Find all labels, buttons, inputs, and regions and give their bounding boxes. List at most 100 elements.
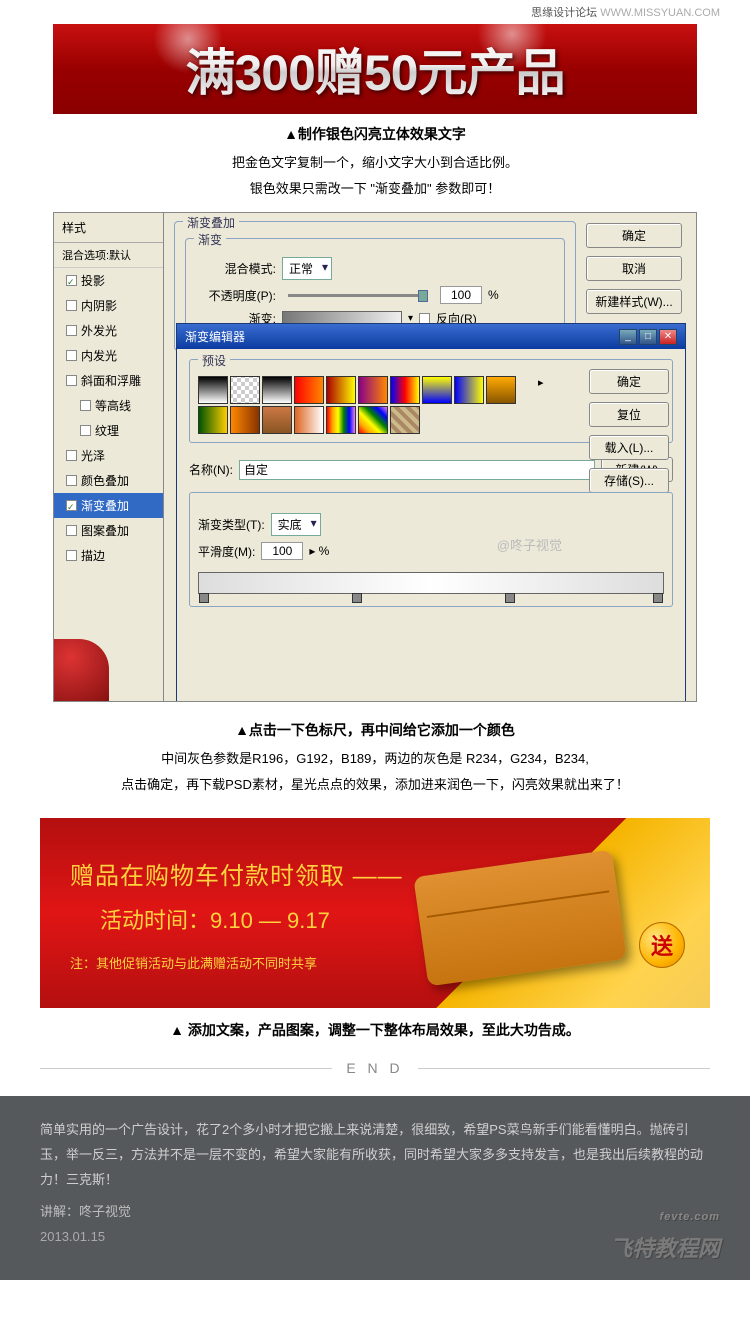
editor-ok-button[interactable]: 确定 [589,369,669,394]
final-line1: 赠品在购物车付款时领取 —— [70,856,403,891]
opacity-label: 不透明度(P): [196,287,276,304]
gradient-bar[interactable] [198,572,664,594]
footer-watermark: fevte.com 飞特教程网 [610,1207,720,1270]
gradient-edit-box: 渐变类型(T): 实底 平滑度(M): 100 ▸ % @咚子视觉 [189,492,673,607]
preset-swatch[interactable] [454,376,484,404]
editor-titlebar[interactable]: 渐变编辑器 _ □ ✕ [177,324,685,349]
preset-swatch[interactable] [262,406,292,434]
style-item-描边[interactable]: 描边 [54,543,163,568]
end-divider: E N D [40,1060,710,1076]
cancel-button[interactable]: 取消 [586,256,682,281]
preset-swatch[interactable] [262,376,292,404]
style-checkbox[interactable] [66,550,77,561]
product-image-corner [54,639,109,701]
style-label: 颜色叠加 [81,472,129,489]
preset-swatch[interactable] [230,406,260,434]
group-title: 渐变叠加 [183,214,239,231]
final-result-banner: 送 赠品在购物车付款时领取 —— 活动时间：9.10 — 9.17 注：其他促销… [40,818,710,1008]
grad-type-label: 渐变类型(T): [198,516,265,533]
editor-save-button[interactable]: 存储(S)... [589,468,669,493]
grad-type-dropdown[interactable]: 实底 [271,513,321,536]
preset-swatch[interactable] [486,376,516,404]
preset-swatches [198,376,528,434]
minimize-icon[interactable]: _ [619,329,637,345]
section1-line2: 银色效果只需改一下 "渐变叠加" 参数即可！ [0,178,750,200]
style-checkbox[interactable] [66,475,77,486]
smoothness-value[interactable]: 100 [261,542,303,560]
ok-button[interactable]: 确定 [586,223,682,248]
section1-line1: 把金色文字复制一个，缩小文字大小到合适比例。 [0,152,750,174]
editor-reset-button[interactable]: 复位 [589,402,669,427]
preset-swatch[interactable] [326,376,356,404]
opacity-value[interactable]: 100 [440,286,482,304]
promo-text: 满300赠50元产品 [185,33,564,105]
style-checkbox[interactable] [66,300,77,311]
style-item-外发光[interactable]: 外发光 [54,318,163,343]
style-label: 等高线 [95,397,131,414]
end-text: E N D [346,1060,403,1076]
name-label: 名称(N): [189,461,233,478]
watermark: @咚子视觉 [497,535,562,554]
style-label: 纹理 [95,422,119,439]
style-item-颜色叠加[interactable]: 颜色叠加 [54,468,163,493]
preset-swatch[interactable] [422,376,452,404]
style-checkbox[interactable] [66,275,77,286]
style-label: 内发光 [81,347,117,364]
section1-title: ▲制作银色闪亮立体效果文字 [0,124,750,144]
style-label: 渐变叠加 [81,497,129,514]
style-item-内阴影[interactable]: 内阴影 [54,293,163,318]
style-item-等高线[interactable]: 等高线 [54,393,163,418]
style-checkbox[interactable] [66,500,77,511]
preset-swatch[interactable] [198,406,228,434]
style-checkbox[interactable] [66,450,77,461]
style-checkbox[interactable] [66,325,77,336]
style-item-光泽[interactable]: 光泽 [54,443,163,468]
style-label: 内阴影 [81,297,117,314]
style-checkbox[interactable] [80,400,91,411]
style-item-渐变叠加[interactable]: 渐变叠加 [54,493,163,518]
style-label: 斜面和浮雕 [81,372,141,389]
gradient-name-input[interactable] [239,460,595,480]
smoothness-label: 平滑度(M): [198,543,255,560]
final-note: 注：其他促销活动与此满赠活动不同时共享 [70,953,403,972]
ps-style-list: 样式 混合选项:默认 投影内阴影外发光内发光斜面和浮雕等高线纹理光泽颜色叠加渐变… [54,213,164,701]
editor-load-button[interactable]: 载入(L)... [589,435,669,460]
color-stop[interactable] [352,593,362,603]
style-item-纹理[interactable]: 纹理 [54,418,163,443]
preset-swatch[interactable] [390,376,420,404]
style-item-内发光[interactable]: 内发光 [54,343,163,368]
footer-body: 简单实用的一个广告设计，花了2个多小时才把它搬上来说清楚，很细致，希望PS菜鸟新… [40,1118,710,1192]
style-checkbox[interactable] [80,425,91,436]
blend-mode-dropdown[interactable]: 正常 [282,257,332,280]
maximize-icon[interactable]: □ [639,329,657,345]
preset-menu-icon[interactable]: ▸ [538,376,544,434]
color-stop[interactable] [505,593,515,603]
style-label: 投影 [81,272,105,289]
opacity-slider[interactable] [288,294,428,297]
section2-line2: 点击确定，再下载PSD素材，星光点点的效果，添加进来润色一下，闪亮效果就出来了！ [53,774,697,796]
preset-swatch[interactable] [198,376,228,404]
preset-swatch[interactable] [326,406,356,434]
color-stop[interactable] [653,593,663,603]
style-checkbox[interactable] [66,350,77,361]
style-label: 图案叠加 [81,522,129,539]
style-checkbox[interactable] [66,375,77,386]
style-checkbox[interactable] [66,525,77,536]
style-item-投影[interactable]: 投影 [54,268,163,293]
section3-title: ▲ 添加文案，产品图案，调整一下整体布局效果，至此大功告成。 [0,1020,750,1040]
preset-swatch[interactable] [230,376,260,404]
blend-options[interactable]: 混合选项:默认 [54,243,163,268]
preset-swatch[interactable] [294,406,324,434]
close-icon[interactable]: ✕ [659,329,677,345]
style-label: 描边 [81,547,105,564]
subgroup-title: 渐变 [194,231,226,248]
preset-swatch[interactable] [390,406,420,434]
color-stop[interactable] [199,593,209,603]
preset-swatch[interactable] [358,406,388,434]
style-item-图案叠加[interactable]: 图案叠加 [54,518,163,543]
preset-swatch[interactable] [358,376,388,404]
style-item-斜面和浮雕[interactable]: 斜面和浮雕 [54,368,163,393]
new-style-button[interactable]: 新建样式(W)... [586,289,682,314]
preset-swatch[interactable] [294,376,324,404]
presets-label: 预设 [198,352,230,369]
